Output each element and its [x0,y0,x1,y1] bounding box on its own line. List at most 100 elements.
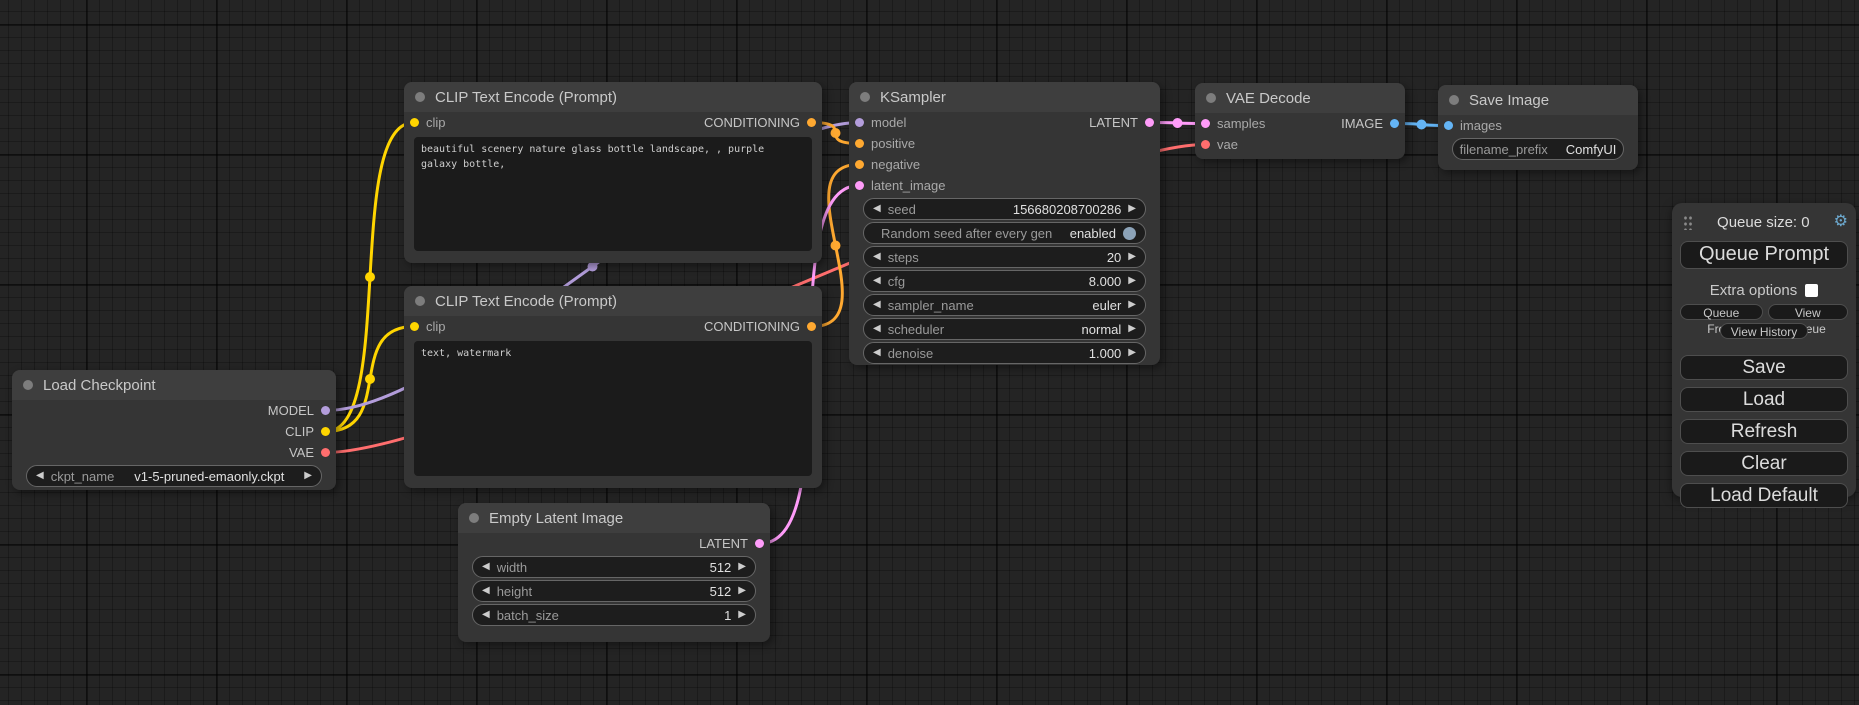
decrement-arrow-icon[interactable]: ◀ [873,276,881,286]
decrement-arrow-icon[interactable]: ◀ [482,610,490,620]
node-title-bar[interactable]: Save Image [1438,85,1638,115]
conditioning-slot-dot[interactable] [855,160,864,169]
node-load-checkpoint[interactable]: Load Checkpoint MODEL CLIP VAE ◀ ckpt_na… [12,370,336,490]
decrement-arrow-icon[interactable]: ◀ [873,348,881,358]
view-queue-button[interactable]: View Queue [1768,304,1849,320]
input-slot-model[interactable]: model [855,115,906,130]
increment-arrow-icon[interactable]: ▶ [1128,348,1136,358]
input-slot-samples[interactable]: samples [1201,116,1265,131]
load-default-button[interactable]: Load Default [1680,483,1848,508]
width-widget[interactable]: ◀ width 512 ▶ [472,556,756,578]
decrement-arrow-icon[interactable]: ◀ [873,204,881,214]
increment-arrow-icon[interactable]: ▶ [304,471,312,481]
extra-options-checkbox[interactable] [1805,284,1818,297]
steps-widget[interactable]: ◀ steps 20 ▶ [863,246,1146,268]
refresh-button[interactable]: Refresh [1680,419,1848,444]
decrement-arrow-icon[interactable]: ◀ [873,252,881,262]
vae-slot-dot[interactable] [321,448,330,457]
node-clip-text-encode-negative[interactable]: CLIP Text Encode (Prompt) clip CONDITION… [404,286,822,488]
node-clip-text-encode-positive[interactable]: CLIP Text Encode (Prompt) clip CONDITION… [404,82,822,263]
output-slot-conditioning[interactable]: CONDITIONING [704,319,816,334]
clear-button[interactable]: Clear [1680,451,1848,476]
link-midpoint-dot [831,241,841,251]
increment-arrow-icon[interactable]: ▶ [738,586,746,596]
output-slot-latent[interactable]: LATENT [1089,115,1154,130]
decrement-arrow-icon[interactable]: ◀ [482,562,490,572]
node-vae-decode[interactable]: VAE Decode samples IMAGE vae [1195,83,1405,159]
latent-slot-dot[interactable] [855,181,864,190]
node-title-bar[interactable]: VAE Decode [1195,83,1405,113]
increment-arrow-icon[interactable]: ▶ [1128,252,1136,262]
input-slot-clip[interactable]: clip [410,319,446,334]
increment-arrow-icon[interactable]: ▶ [738,610,746,620]
node-title-bar[interactable]: KSampler [849,82,1160,112]
node-canvas[interactable]: Load Checkpoint MODEL CLIP VAE ◀ ckpt_na… [0,0,1859,705]
decrement-arrow-icon[interactable]: ◀ [873,300,881,310]
clip-slot-dot[interactable] [410,118,419,127]
queue-front-button[interactable]: Queue Front [1680,304,1763,320]
input-slot-latent-image[interactable]: latent_image [855,178,945,193]
comfy-menu-panel[interactable]: Queue size: 0 ⚙ Queue Prompt Extra optio… [1672,203,1856,497]
load-button[interactable]: Load [1680,387,1848,412]
latent-slot-dot[interactable] [755,539,764,548]
conditioning-slot-dot[interactable] [855,139,864,148]
save-button[interactable]: Save [1680,355,1848,380]
link-midpoint-dot [365,374,375,384]
model-slot-dot[interactable] [855,118,864,127]
output-slot-latent[interactable]: LATENT [699,536,764,551]
vae-slot-dot[interactable] [1201,140,1210,149]
output-slot-model[interactable]: MODEL [268,403,330,418]
output-slot-image[interactable]: IMAGE [1341,116,1399,131]
prompt-textarea[interactable]: beautiful scenery nature glass bottle la… [414,137,812,251]
input-slot-negative[interactable]: negative [855,157,920,172]
output-slot-conditioning[interactable]: CONDITIONING [704,115,816,130]
node-title-bar[interactable]: Load Checkpoint [12,370,336,400]
seed-widget[interactable]: ◀ seed 156680208700286 ▶ [863,198,1146,220]
decrement-arrow-icon[interactable]: ◀ [873,324,881,334]
input-slot-vae[interactable]: vae [1201,137,1238,152]
increment-arrow-icon[interactable]: ▶ [738,562,746,572]
input-slot-positive[interactable]: positive [855,136,915,151]
node-ksampler[interactable]: KSampler model LATENT positive negative [849,82,1160,365]
clip-slot-dot[interactable] [321,427,330,436]
prompt-textarea[interactable]: text, watermark [414,341,812,476]
input-slot-clip[interactable]: clip [410,115,446,130]
queue-prompt-button[interactable]: Queue Prompt [1680,241,1848,269]
height-widget[interactable]: ◀ height 512 ▶ [472,580,756,602]
sampler-name-widget[interactable]: ◀ sampler_name euler ▶ [863,294,1146,316]
node-title-bar[interactable]: CLIP Text Encode (Prompt) [404,82,822,112]
increment-arrow-icon[interactable]: ▶ [1128,276,1136,286]
node-title-bar[interactable]: Empty Latent Image [458,503,770,533]
latent-slot-dot[interactable] [1201,119,1210,128]
node-title: Save Image [1469,92,1549,109]
increment-arrow-icon[interactable]: ▶ [1128,324,1136,334]
latent-slot-dot[interactable] [1145,118,1154,127]
increment-arrow-icon[interactable]: ▶ [1128,204,1136,214]
decrement-arrow-icon[interactable]: ◀ [36,471,44,481]
input-slot-images[interactable]: images [1444,118,1502,133]
conditioning-slot-dot[interactable] [807,118,816,127]
cfg-widget[interactable]: ◀ cfg 8.000 ▶ [863,270,1146,292]
denoise-widget[interactable]: ◀ denoise 1.000 ▶ [863,342,1146,364]
model-slot-dot[interactable] [321,406,330,415]
view-history-button[interactable]: View History [1720,323,1808,339]
scheduler-widget[interactable]: ◀ scheduler normal ▶ [863,318,1146,340]
output-slot-vae[interactable]: VAE [289,445,330,460]
drag-handle-icon[interactable] [1683,214,1693,230]
node-empty-latent-image[interactable]: Empty Latent Image LATENT ◀ width 512 ▶ … [458,503,770,642]
decrement-arrow-icon[interactable]: ◀ [482,586,490,596]
random-seed-toggle-widget[interactable]: Random seed after every gen enabled [863,222,1146,244]
output-slot-clip[interactable]: CLIP [285,424,330,439]
settings-gear-icon[interactable]: ⚙ [1834,214,1848,230]
batch-size-widget[interactable]: ◀ batch_size 1 ▶ [472,604,756,626]
image-slot-dot[interactable] [1390,119,1399,128]
clip-slot-dot[interactable] [410,322,419,331]
increment-arrow-icon[interactable]: ▶ [1128,300,1136,310]
ckpt-name-combo-widget[interactable]: ◀ ckpt_name v1-5-pruned-emaonly.ckpt ▶ [26,465,322,487]
toggle-on-indicator[interactable] [1123,227,1136,240]
node-save-image[interactable]: Save Image images filename_prefix ComfyU… [1438,85,1638,170]
image-slot-dot[interactable] [1444,121,1453,130]
filename-prefix-widget[interactable]: filename_prefix ComfyUI [1452,138,1624,160]
conditioning-slot-dot[interactable] [807,322,816,331]
node-title-bar[interactable]: CLIP Text Encode (Prompt) [404,286,822,316]
